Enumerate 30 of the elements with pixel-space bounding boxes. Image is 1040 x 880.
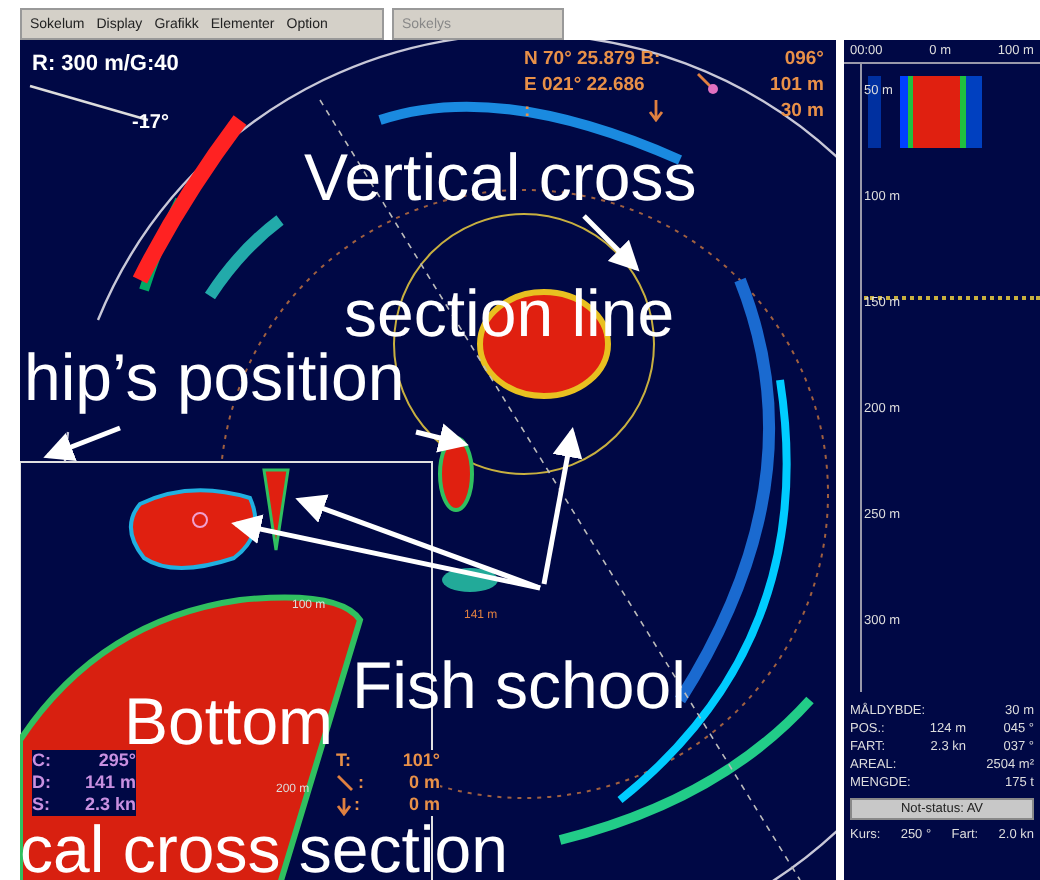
- readout-label: C:: [32, 750, 51, 772]
- readout-value: 0 m: [408, 794, 440, 816]
- position-label: :: [524, 99, 531, 121]
- position-label: E 021° 22.686: [524, 73, 645, 95]
- pointer-arrow: [582, 214, 640, 272]
- pointer-arrow: [43, 425, 121, 461]
- readout-value: 295°: [98, 750, 136, 772]
- readout-label: D:: [32, 772, 51, 794]
- range-gain-label: R: 300 m/G:40: [32, 52, 179, 76]
- annotation-text: Bottom: [124, 688, 334, 754]
- position-value: 30 m: [780, 99, 824, 121]
- readout-label: T:: [336, 750, 351, 772]
- readout-value: 141 m: [84, 772, 136, 794]
- distance-line-icon: [695, 72, 720, 96]
- readout-value: 0 m: [408, 772, 440, 794]
- pointer-arrow: [415, 423, 469, 453]
- tilt-angle: -17°: [132, 112, 169, 134]
- readout-label: :: [358, 772, 364, 794]
- depth-arrow-icon: [336, 795, 352, 815]
- readout-label: :: [354, 794, 360, 816]
- annotation-text: hip’s position: [24, 344, 405, 410]
- depth-arrow-icon: [647, 98, 664, 122]
- readout-value: 101°: [402, 750, 440, 772]
- annotation-text: Vertical cross: [304, 144, 697, 210]
- position-value: 101 m: [770, 73, 824, 95]
- readout-value: 2.3 kn: [84, 794, 136, 816]
- distance-line-icon: [336, 773, 356, 793]
- position-value: 096°: [784, 48, 824, 70]
- position-label: N 70° 25.879 B:: [524, 48, 661, 70]
- readout-label: S:: [32, 794, 50, 816]
